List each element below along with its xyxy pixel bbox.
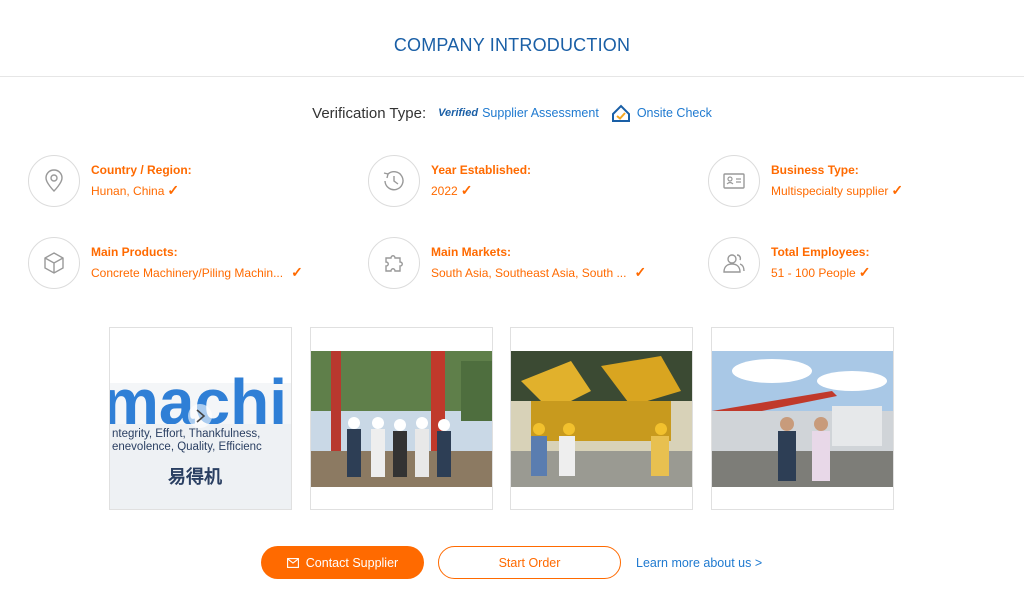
- country-value: Hunan, China ✓: [91, 182, 180, 198]
- products-value: Concrete Machinery/Piling Machin... ✓: [91, 264, 303, 280]
- info-employees: Total Employees: 51 - 100 People ✓: [708, 237, 870, 289]
- markets-value: South Asia, Southeast Asia, South ... ✓: [431, 264, 647, 280]
- company-photo-2[interactable]: [310, 327, 493, 510]
- year-value: 2022 ✓: [431, 182, 473, 198]
- verified-logo: Verified: [438, 107, 479, 119]
- check-icon: ✓: [167, 182, 180, 198]
- info-business: Business Type: Multispecialty supplier ✓: [708, 155, 903, 207]
- info-country: Country / Region: Hunan, China ✓: [28, 155, 192, 207]
- verification-row: Verification Type: Verified Supplier Ass…: [0, 104, 1024, 122]
- check-icon: ✓: [891, 182, 904, 198]
- company-photo-3[interactable]: [510, 327, 693, 510]
- info-products: Main Products: Concrete Machinery/Piling…: [28, 237, 303, 289]
- country-label: Country / Region:: [91, 163, 192, 177]
- section-title: COMPANY INTRODUCTION: [393, 35, 631, 55]
- business-value: Multispecialty supplier ✓: [771, 182, 904, 198]
- team-rig-photo: [311, 351, 492, 487]
- supplier-assessment-link[interactable]: Supplier Assessment: [482, 106, 599, 120]
- history-clock-icon: [368, 155, 420, 207]
- company-photo-4[interactable]: [711, 327, 894, 510]
- pump-truck-photo: [712, 351, 893, 487]
- markets-label: Main Markets:: [431, 245, 512, 259]
- sign-values-line2: enevolence, Quality, Efficienc: [112, 441, 262, 453]
- contact-supplier-button[interactable]: Contact Supplier: [261, 546, 424, 579]
- employees-label: Total Employees:: [771, 245, 870, 259]
- box-icon: [28, 237, 80, 289]
- onsite-check-link[interactable]: Onsite Check: [637, 106, 712, 120]
- sign-chinese-name: 易得机: [168, 466, 222, 488]
- info-markets: Main Markets: South Asia, Southeast Asia…: [368, 237, 646, 289]
- info-year: Year Established: 2022 ✓: [368, 155, 531, 207]
- sign-values-line1: ntegrity, Effort, Thankfulness,: [112, 428, 260, 440]
- company-photo-1[interactable]: machin ntegrity, Effort, Thankfulness, e…: [109, 327, 292, 510]
- excavator-yard-photo: [511, 351, 692, 487]
- products-label: Main Products:: [91, 245, 178, 259]
- year-label: Year Established:: [431, 163, 532, 177]
- location-pin-icon: [28, 155, 80, 207]
- check-icon: ✓: [634, 264, 647, 280]
- verification-label: Verification Type:: [312, 104, 427, 122]
- business-label: Business Type:: [771, 163, 859, 177]
- check-icon: ✓: [460, 182, 473, 198]
- contact-supplier-label: Contact Supplier: [305, 555, 399, 570]
- id-card-icon: [708, 155, 760, 207]
- check-icon: ✓: [291, 264, 303, 280]
- company-sign-image: machin ntegrity, Effort, Thankfulness, e…: [110, 328, 291, 509]
- people-icon: [708, 237, 760, 289]
- section-header: COMPANY INTRODUCTION: [0, 0, 1024, 77]
- puzzle-icon: [368, 237, 420, 289]
- employees-value: 51 - 100 People ✓: [771, 264, 871, 280]
- check-icon: ✓: [858, 264, 871, 280]
- onsite-check-icon: [611, 104, 630, 122]
- mail-icon: [286, 557, 299, 568]
- start-order-button[interactable]: Start Order: [438, 546, 621, 579]
- start-order-label: Start Order: [498, 555, 561, 570]
- learn-more-link[interactable]: Learn more about us >: [636, 556, 762, 570]
